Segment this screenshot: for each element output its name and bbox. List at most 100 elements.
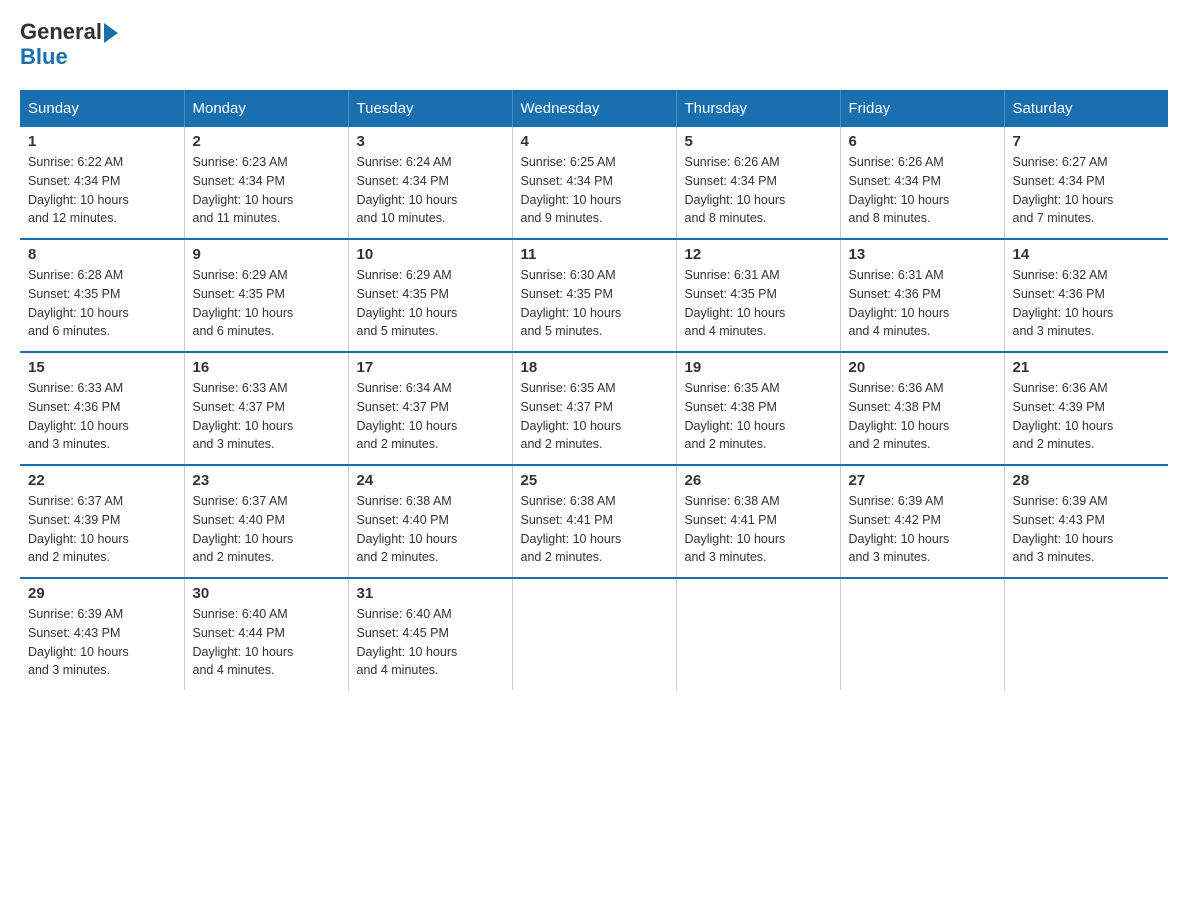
calendar-cell: 28 Sunrise: 6:39 AMSunset: 4:43 PMDayligh… [1004, 465, 1168, 578]
day-info: Sunrise: 6:26 AMSunset: 4:34 PMDaylight:… [849, 153, 996, 228]
day-info: Sunrise: 6:24 AMSunset: 4:34 PMDaylight:… [357, 153, 504, 228]
calendar-header-row: SundayMondayTuesdayWednesdayThursdayFrid… [20, 90, 1168, 127]
day-info: Sunrise: 6:38 AMSunset: 4:40 PMDaylight:… [357, 492, 504, 567]
day-info: Sunrise: 6:36 AMSunset: 4:39 PMDaylight:… [1013, 379, 1161, 454]
calendar-cell: 17 Sunrise: 6:34 AMSunset: 4:37 PMDayligh… [348, 352, 512, 465]
day-number: 27 [849, 472, 996, 489]
calendar-cell: 23 Sunrise: 6:37 AMSunset: 4:40 PMDayligh… [184, 465, 348, 578]
week-row-5: 29Sunrise: 6:39 AMSunset: 4:43 PMDayligh… [20, 578, 1168, 690]
day-number: 19 [685, 359, 832, 376]
day-number: 7 [1013, 133, 1161, 150]
calendar-cell: 2Sunrise: 6:23 AMSunset: 4:34 PMDaylight… [184, 127, 348, 239]
day-info: Sunrise: 6:38 AMSunset: 4:41 PMDaylight:… [685, 492, 832, 567]
day-number: 6 [849, 133, 996, 150]
day-number: 22 [28, 472, 176, 489]
calendar-cell [512, 578, 676, 690]
calendar-cell: 18Sunrise: 6:35 AMSunset: 4:37 PMDayligh… [512, 352, 676, 465]
calendar-cell: 10 Sunrise: 6:29 AMSunset: 4:35 PMDayligh… [348, 239, 512, 352]
day-info: Sunrise: 6:26 AMSunset: 4:34 PMDaylight:… [685, 153, 832, 228]
day-info: Sunrise: 6:38 AMSunset: 4:41 PMDaylight:… [521, 492, 668, 567]
calendar-cell: 12 Sunrise: 6:31 AMSunset: 4:35 PMDayligh… [676, 239, 840, 352]
calendar-cell [1004, 578, 1168, 690]
col-header-wednesday: Wednesday [512, 90, 676, 127]
calendar-cell: 14Sunrise: 6:32 AMSunset: 4:36 PMDayligh… [1004, 239, 1168, 352]
day-info: Sunrise: 6:29 AMSunset: 4:35 PMDaylight:… [357, 266, 504, 341]
day-info: Sunrise: 6:40 AMSunset: 4:44 PMDaylight:… [193, 605, 340, 680]
day-info: Sunrise: 6:39 AMSunset: 4:42 PMDaylight:… [849, 492, 996, 567]
day-number: 29 [28, 585, 176, 602]
day-info: Sunrise: 6:22 AMSunset: 4:34 PMDaylight:… [28, 153, 176, 228]
col-header-saturday: Saturday [1004, 90, 1168, 127]
col-header-friday: Friday [840, 90, 1004, 127]
day-number: 31 [357, 585, 504, 602]
col-header-sunday: Sunday [20, 90, 184, 127]
col-header-thursday: Thursday [676, 90, 840, 127]
calendar-cell: 8 Sunrise: 6:28 AMSunset: 4:35 PMDaylight… [20, 239, 184, 352]
calendar-cell: 29Sunrise: 6:39 AMSunset: 4:43 PMDayligh… [20, 578, 184, 690]
week-row-4: 22 Sunrise: 6:37 AMSunset: 4:39 PMDayligh… [20, 465, 1168, 578]
day-info: Sunrise: 6:36 AMSunset: 4:38 PMDaylight:… [849, 379, 996, 454]
calendar-cell: 16Sunrise: 6:33 AMSunset: 4:37 PMDayligh… [184, 352, 348, 465]
calendar-cell: 9 Sunrise: 6:29 AMSunset: 4:35 PMDaylight… [184, 239, 348, 352]
day-number: 28 [1013, 472, 1161, 489]
calendar-table: SundayMondayTuesdayWednesdayThursdayFrid… [20, 90, 1168, 690]
logo: General Blue [20, 20, 118, 70]
calendar-cell: 27 Sunrise: 6:39 AMSunset: 4:42 PMDayligh… [840, 465, 1004, 578]
day-number: 8 [28, 246, 176, 263]
day-info: Sunrise: 6:29 AMSunset: 4:35 PMDaylight:… [193, 266, 340, 341]
day-number: 9 [193, 246, 340, 263]
calendar-cell: 26 Sunrise: 6:38 AMSunset: 4:41 PMDayligh… [676, 465, 840, 578]
calendar-cell: 13 Sunrise: 6:31 AMSunset: 4:36 PMDayligh… [840, 239, 1004, 352]
day-info: Sunrise: 6:34 AMSunset: 4:37 PMDaylight:… [357, 379, 504, 454]
day-info: Sunrise: 6:37 AMSunset: 4:39 PMDaylight:… [28, 492, 176, 567]
calendar-cell: 19 Sunrise: 6:35 AMSunset: 4:38 PMDayligh… [676, 352, 840, 465]
calendar-cell: 30 Sunrise: 6:40 AMSunset: 4:44 PMDayligh… [184, 578, 348, 690]
day-number: 23 [193, 472, 340, 489]
calendar-cell: 31Sunrise: 6:40 AMSunset: 4:45 PMDayligh… [348, 578, 512, 690]
calendar-cell: 5 Sunrise: 6:26 AMSunset: 4:34 PMDaylight… [676, 127, 840, 239]
day-number: 5 [685, 133, 832, 150]
logo-arrow-icon [104, 23, 118, 43]
calendar-cell: 21 Sunrise: 6:36 AMSunset: 4:39 PMDayligh… [1004, 352, 1168, 465]
day-number: 17 [357, 359, 504, 376]
day-number: 26 [685, 472, 832, 489]
week-row-2: 8 Sunrise: 6:28 AMSunset: 4:35 PMDaylight… [20, 239, 1168, 352]
calendar-cell: 20 Sunrise: 6:36 AMSunset: 4:38 PMDayligh… [840, 352, 1004, 465]
page-header: General Blue [20, 20, 1168, 70]
day-number: 1 [28, 133, 176, 150]
day-info: Sunrise: 6:25 AMSunset: 4:34 PMDaylight:… [521, 153, 668, 228]
week-row-1: 1 Sunrise: 6:22 AMSunset: 4:34 PMDaylight… [20, 127, 1168, 239]
day-info: Sunrise: 6:30 AMSunset: 4:35 PMDaylight:… [521, 266, 668, 341]
day-number: 12 [685, 246, 832, 263]
calendar-cell: 15Sunrise: 6:33 AMSunset: 4:36 PMDayligh… [20, 352, 184, 465]
day-info: Sunrise: 6:27 AMSunset: 4:34 PMDaylight:… [1013, 153, 1161, 228]
day-info: Sunrise: 6:33 AMSunset: 4:37 PMDaylight:… [193, 379, 340, 454]
calendar-cell: 6 Sunrise: 6:26 AMSunset: 4:34 PMDaylight… [840, 127, 1004, 239]
day-info: Sunrise: 6:39 AMSunset: 4:43 PMDaylight:… [1013, 492, 1161, 567]
calendar-cell: 1 Sunrise: 6:22 AMSunset: 4:34 PMDaylight… [20, 127, 184, 239]
day-number: 10 [357, 246, 504, 263]
day-number: 21 [1013, 359, 1161, 376]
day-number: 30 [193, 585, 340, 602]
col-header-monday: Monday [184, 90, 348, 127]
day-info: Sunrise: 6:31 AMSunset: 4:36 PMDaylight:… [849, 266, 996, 341]
logo-text-general: General [20, 20, 102, 44]
day-info: Sunrise: 6:31 AMSunset: 4:35 PMDaylight:… [685, 266, 832, 341]
day-number: 13 [849, 246, 996, 263]
day-info: Sunrise: 6:28 AMSunset: 4:35 PMDaylight:… [28, 266, 176, 341]
day-number: 25 [521, 472, 668, 489]
day-info: Sunrise: 6:37 AMSunset: 4:40 PMDaylight:… [193, 492, 340, 567]
day-number: 2 [193, 133, 340, 150]
calendar-cell [676, 578, 840, 690]
calendar-cell: 11Sunrise: 6:30 AMSunset: 4:35 PMDayligh… [512, 239, 676, 352]
calendar-cell: 25 Sunrise: 6:38 AMSunset: 4:41 PMDayligh… [512, 465, 676, 578]
day-info: Sunrise: 6:35 AMSunset: 4:38 PMDaylight:… [685, 379, 832, 454]
calendar-cell [840, 578, 1004, 690]
day-number: 24 [357, 472, 504, 489]
day-number: 20 [849, 359, 996, 376]
calendar-cell: 4 Sunrise: 6:25 AMSunset: 4:34 PMDaylight… [512, 127, 676, 239]
day-number: 4 [521, 133, 668, 150]
day-info: Sunrise: 6:33 AMSunset: 4:36 PMDaylight:… [28, 379, 176, 454]
week-row-3: 15Sunrise: 6:33 AMSunset: 4:36 PMDayligh… [20, 352, 1168, 465]
day-number: 18 [521, 359, 668, 376]
